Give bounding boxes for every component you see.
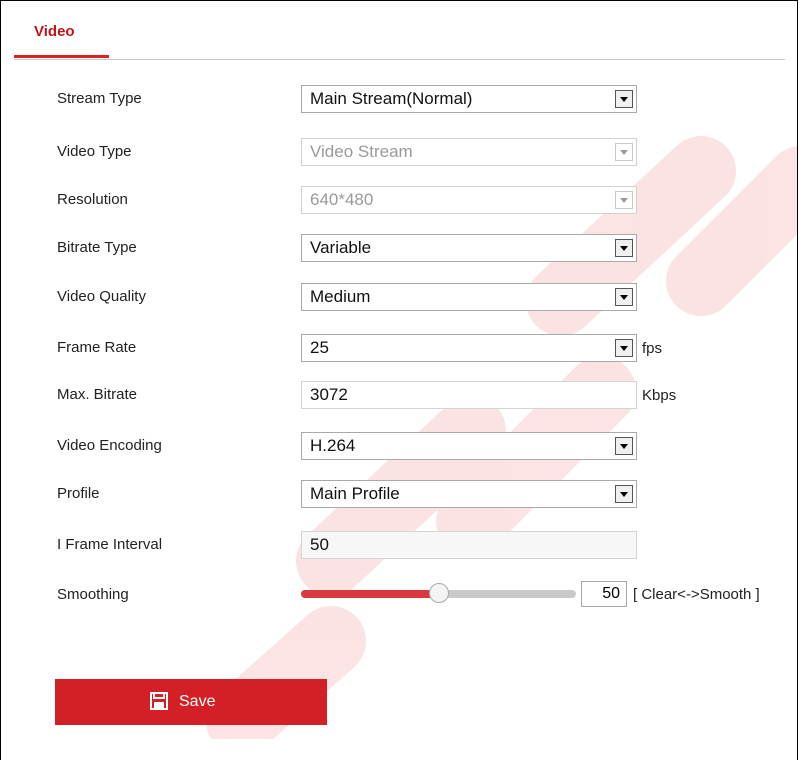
max-bitrate-input[interactable]: 3072	[301, 381, 637, 409]
resolution-label: Resolution	[57, 191, 128, 208]
row-video-quality: Video Quality Medium	[1, 283, 797, 311]
chevron-down-icon[interactable]	[615, 239, 633, 257]
row-smoothing: Smoothing 50 [ Clear<->Smooth ]	[1, 581, 797, 607]
settings-panel: Video Stream Type Main Stream(Normal) Vi…	[0, 0, 798, 760]
chevron-down-icon[interactable]	[615, 90, 633, 108]
tab-video[interactable]: Video	[14, 19, 109, 58]
max-bitrate-label: Max. Bitrate	[57, 386, 138, 403]
smoothing-label: Smoothing	[57, 586, 129, 603]
video-type-label: Video Type	[57, 143, 132, 160]
video-encoding-value: H.264	[310, 436, 356, 455]
video-type-select: Video Stream	[301, 138, 637, 166]
smoothing-slider-fill	[301, 590, 439, 598]
video-encoding-label: Video Encoding	[57, 437, 162, 454]
bitrate-type-value: Variable	[310, 238, 372, 257]
chevron-down-icon	[615, 191, 633, 209]
chevron-down-icon[interactable]	[615, 288, 633, 306]
chevron-down-icon[interactable]	[615, 485, 633, 503]
chevron-down-icon[interactable]	[615, 339, 633, 357]
smoothing-hint: [ Clear<->Smooth ]	[633, 586, 760, 603]
bitrate-type-label: Bitrate Type	[57, 239, 137, 256]
smoothing-value-box[interactable]: 50	[581, 581, 627, 607]
row-video-type: Video Type Video Stream	[1, 138, 797, 166]
frame-rate-label: Frame Rate	[57, 339, 137, 356]
profile-select[interactable]: Main Profile	[301, 480, 637, 508]
i-frame-interval-value: 50	[310, 535, 329, 554]
video-type-value: Video Stream	[310, 142, 413, 161]
row-stream-type: Stream Type Main Stream(Normal)	[1, 85, 797, 113]
bitrate-type-select[interactable]: Variable	[301, 234, 637, 262]
video-quality-value: Medium	[310, 287, 371, 306]
frame-rate-value: 25	[310, 338, 329, 357]
save-label: Save	[179, 693, 216, 710]
frame-rate-unit: fps	[642, 340, 663, 357]
save-icon	[150, 692, 168, 710]
smoothing-slider[interactable]	[301, 583, 576, 603]
i-frame-interval-label: I Frame Interval	[57, 536, 163, 553]
max-bitrate-value: 3072	[310, 385, 348, 404]
row-video-encoding: Video Encoding H.264	[1, 432, 797, 460]
stream-type-value: Main Stream(Normal)	[310, 89, 473, 108]
row-profile: Profile Main Profile	[1, 480, 797, 508]
profile-label: Profile	[57, 485, 100, 502]
resolution-value: 640*480	[310, 190, 374, 209]
video-encoding-select[interactable]: H.264	[301, 432, 637, 460]
tab-bar: Video	[14, 19, 785, 60]
row-max-bitrate: Max. Bitrate 3072 Kbps	[1, 381, 797, 409]
profile-value: Main Profile	[310, 484, 400, 503]
max-bitrate-unit: Kbps	[642, 387, 677, 404]
stream-type-label: Stream Type	[57, 90, 142, 107]
resolution-select: 640*480	[301, 186, 637, 214]
chevron-down-icon	[615, 143, 633, 161]
row-i-frame-interval: I Frame Interval 50	[1, 531, 797, 559]
row-resolution: Resolution 640*480	[1, 186, 797, 214]
row-bitrate-type: Bitrate Type Variable	[1, 234, 797, 262]
smoothing-slider-handle[interactable]	[428, 583, 449, 603]
chevron-down-icon[interactable]	[615, 437, 633, 455]
frame-rate-select[interactable]: 25	[301, 334, 637, 362]
save-button[interactable]: Save	[55, 679, 327, 725]
video-quality-select[interactable]: Medium	[301, 283, 637, 311]
video-quality-label: Video Quality	[57, 288, 146, 305]
i-frame-interval-input[interactable]: 50	[301, 531, 637, 559]
row-frame-rate: Frame Rate 25 fps	[1, 334, 797, 362]
stream-type-select[interactable]: Main Stream(Normal)	[301, 85, 637, 113]
